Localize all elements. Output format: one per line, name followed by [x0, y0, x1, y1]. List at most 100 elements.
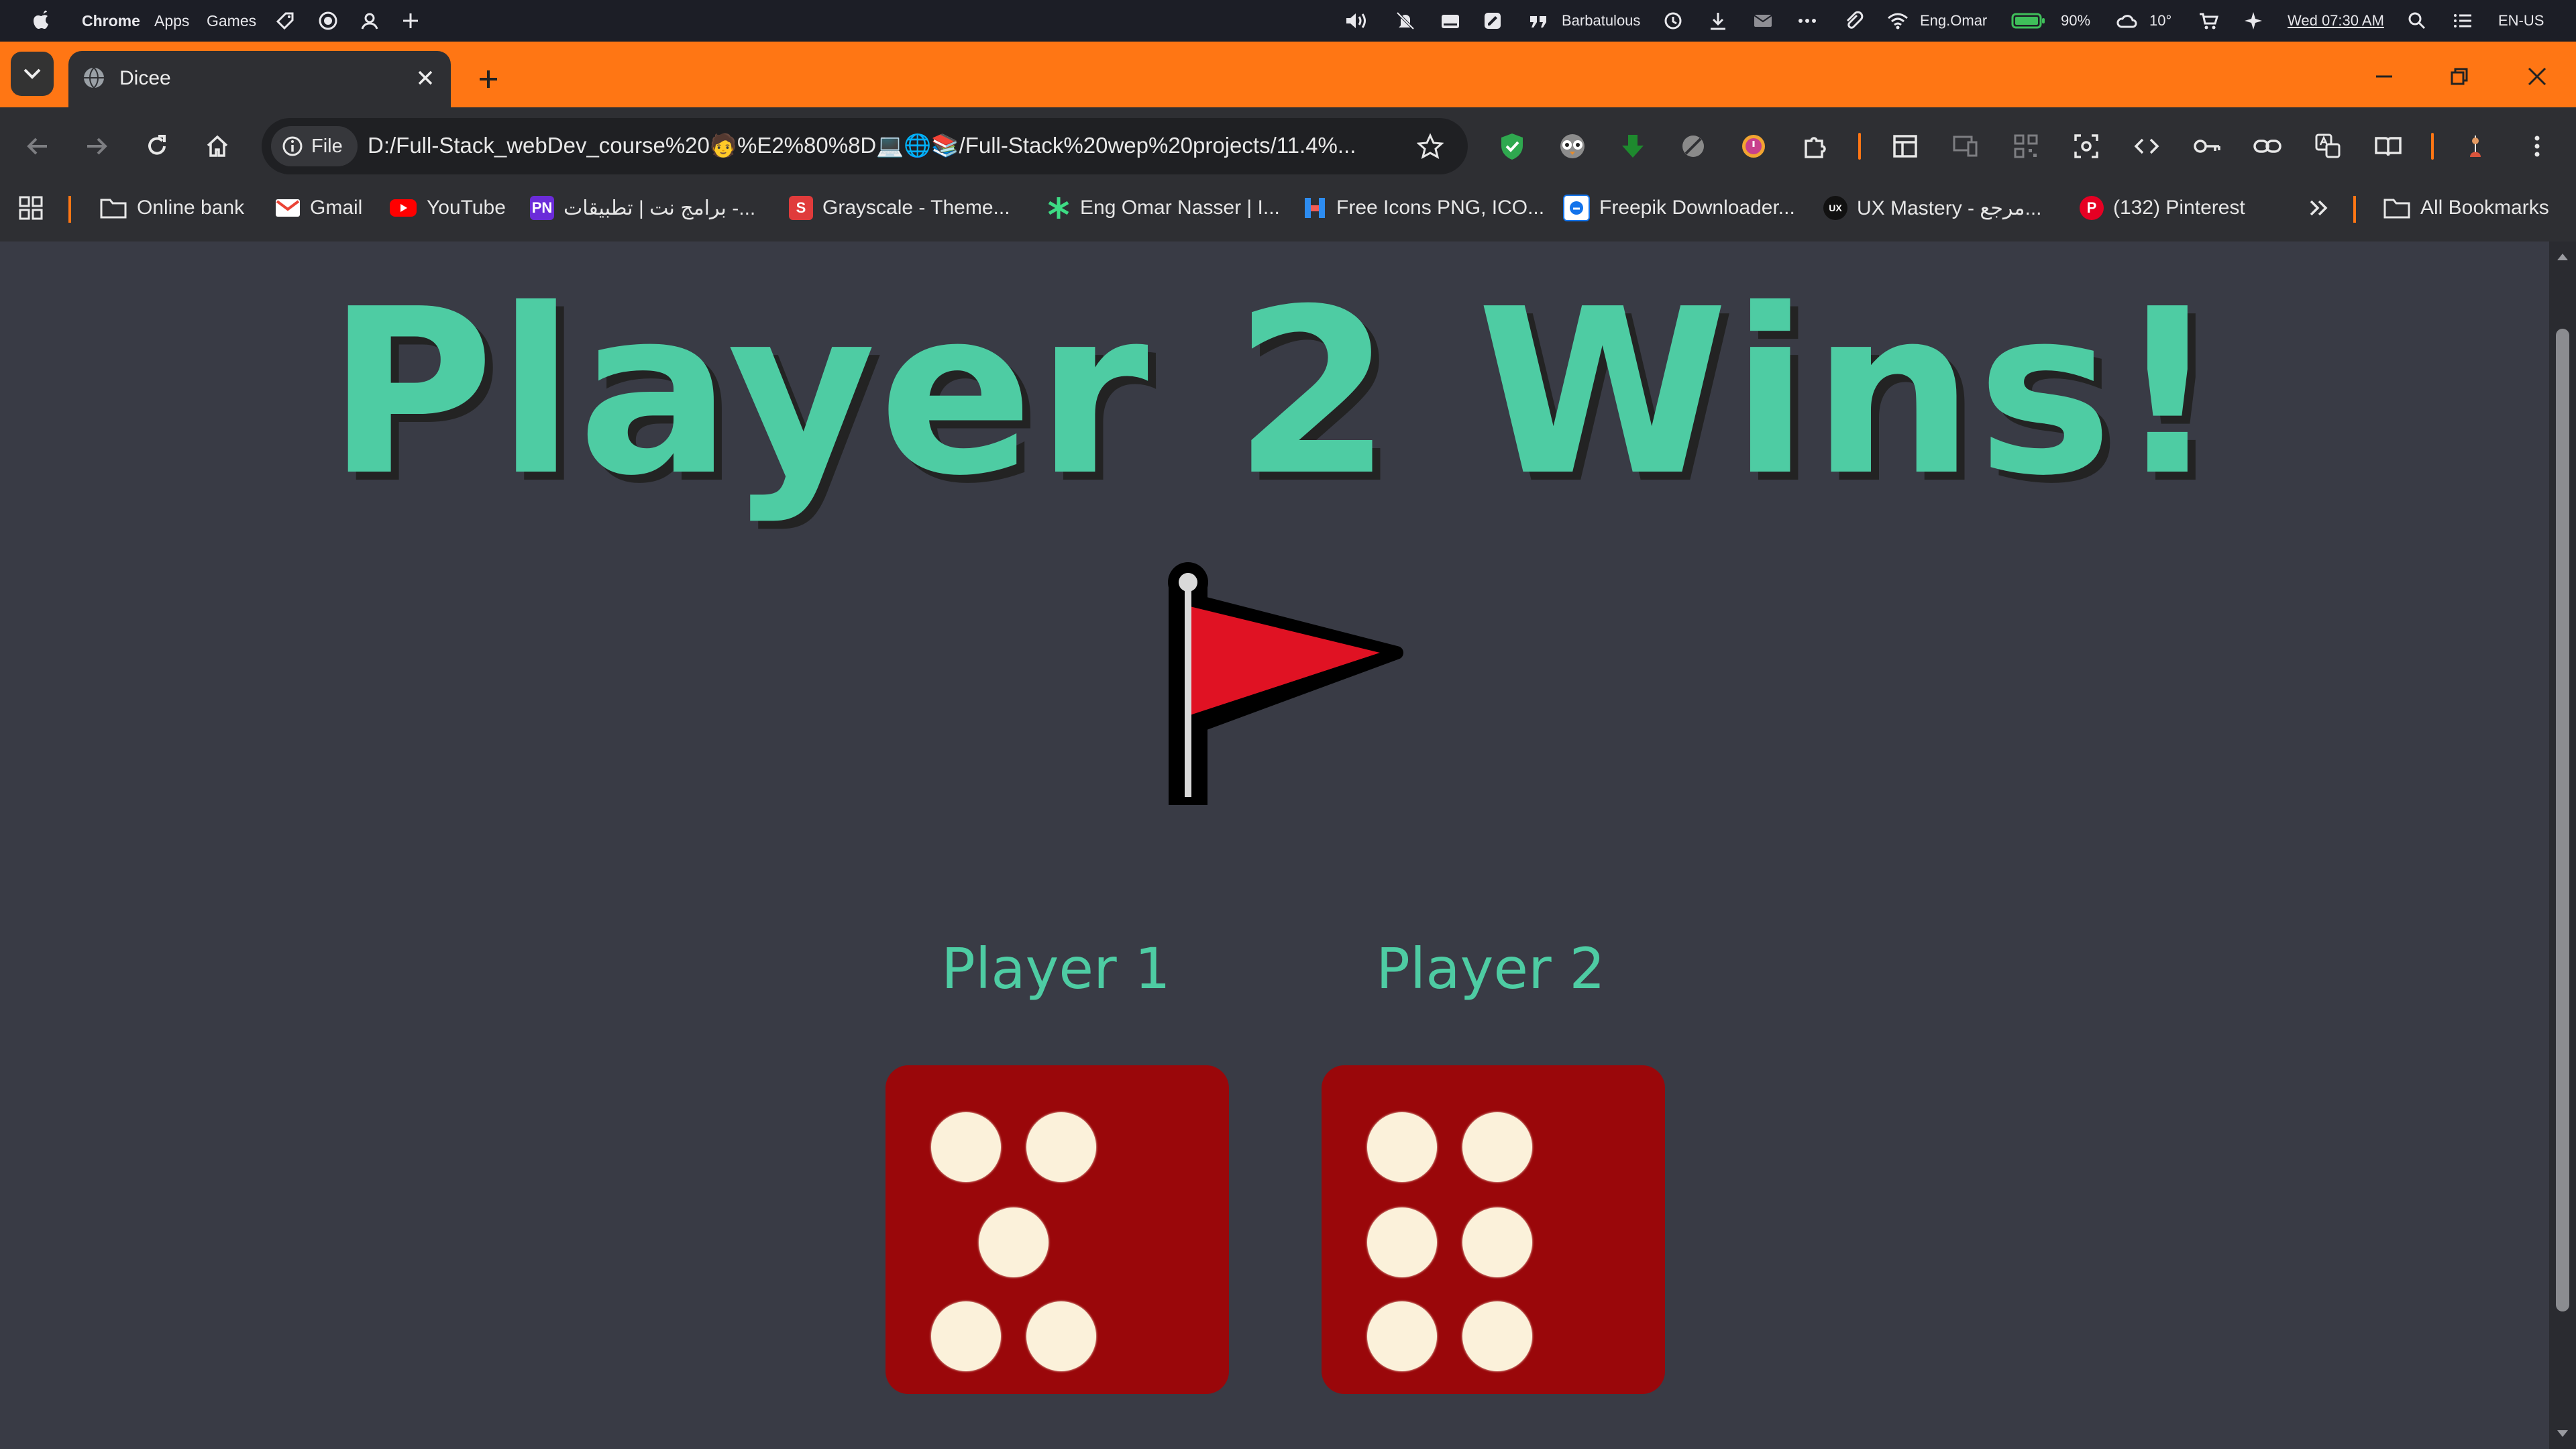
scroll-thumb[interactable]	[2556, 329, 2569, 1311]
profile-avatar[interactable]	[2455, 126, 2496, 166]
tab-search-button[interactable]	[11, 52, 54, 96]
bookmark-ux-mastery[interactable]: UX UX Mastery - مرجع...	[1823, 185, 2042, 231]
player1-label: Player 1	[941, 936, 1171, 1002]
die-pip	[931, 1301, 1001, 1371]
extensions-puzzle-icon[interactable]	[1795, 126, 1835, 166]
back-button[interactable]	[19, 127, 56, 165]
bookmark-barmej[interactable]: PN برامج نت | تطبيقات -...	[530, 185, 755, 231]
chrome-menu-button[interactable]	[2517, 126, 2557, 166]
note-icon[interactable]	[1483, 0, 1503, 42]
scrollbar[interactable]	[2549, 241, 2576, 1449]
notifications-off-icon[interactable]	[1395, 0, 1415, 42]
bookmarks-divider	[2353, 196, 2356, 223]
app-menu-chrome[interactable]: Chrome	[82, 0, 140, 42]
all-bookmarks-button[interactable]: All Bookmarks	[2383, 185, 2549, 231]
info-icon	[282, 136, 303, 156]
tab-dicee[interactable]: Dicee	[68, 51, 451, 107]
bookmark-youtube[interactable]: YouTube	[389, 185, 506, 231]
toolbar-divider	[2431, 133, 2434, 160]
volume-icon[interactable]	[1344, 0, 1371, 42]
minimize-icon	[2376, 75, 2392, 78]
reload-button[interactable]	[138, 127, 176, 165]
reading-mode-icon[interactable]	[2368, 126, 2408, 166]
paperclip-icon[interactable]	[1843, 0, 1864, 42]
restore-button[interactable]	[2431, 58, 2487, 95]
plus-icon[interactable]	[401, 0, 420, 42]
sparkle-icon[interactable]	[2243, 0, 2263, 42]
freepik-icon	[1563, 195, 1590, 221]
address-bar[interactable]: File D:/Full-Stack_webDev_course%20🧑%E2%…	[262, 118, 1468, 174]
key-icon[interactable]	[2187, 126, 2227, 166]
globe-icon	[82, 66, 106, 93]
bookmark-grayscale[interactable]: S Grayscale - Theme...	[789, 185, 1010, 231]
weather-icon[interactable]	[2116, 0, 2139, 42]
plus-icon	[480, 70, 497, 88]
mail-icon[interactable]	[1752, 0, 1774, 42]
winner-headline: Player 2 Wins!	[327, 260, 2222, 526]
site-info-chip[interactable]: File	[271, 126, 358, 166]
battery-icon[interactable]	[2011, 0, 2046, 42]
tab-close-button[interactable]	[409, 62, 441, 94]
close-window-button[interactable]	[2509, 58, 2565, 95]
apps-grid-button[interactable]	[17, 185, 44, 231]
quote-icon[interactable]	[1528, 0, 1548, 42]
temperature-label[interactable]: 10°	[2149, 0, 2171, 42]
bookmark-online-bank[interactable]: Online bank	[99, 185, 244, 231]
drive-icon[interactable]	[1440, 0, 1461, 42]
target-icon[interactable]	[318, 0, 338, 42]
bookmark-label: (132) Pinterest	[2113, 197, 2245, 219]
power-extension-icon[interactable]	[1733, 126, 1774, 166]
time-machine-icon[interactable]	[1662, 0, 1684, 42]
freeicons-icon	[1305, 198, 1325, 218]
translate-icon[interactable]	[2308, 126, 2348, 166]
scroll-up-arrow-icon[interactable]	[2556, 251, 2569, 262]
user-icon[interactable]	[360, 0, 380, 42]
download-icon[interactable]	[1708, 0, 1728, 42]
restore-icon	[2451, 68, 2468, 85]
blocked-icon[interactable]	[1673, 126, 1713, 166]
menu-games[interactable]: Games	[207, 0, 256, 42]
clock[interactable]: Wed 07:30 AM	[2288, 0, 2384, 42]
scroll-down-arrow-icon[interactable]	[2556, 1429, 2569, 1440]
wifi-network-label[interactable]: Barbatulous	[1562, 0, 1640, 42]
barmej-icon: PN	[530, 196, 554, 220]
download-arrow-icon[interactable]	[1613, 126, 1653, 166]
link-icon[interactable]	[2247, 126, 2288, 166]
screenshot-icon[interactable]	[2066, 126, 2106, 166]
die-pip	[1462, 1112, 1532, 1182]
bookmark-free-icons[interactable]: Free Icons PNG, ICO...	[1303, 185, 1544, 231]
url-text[interactable]: D:/Full-Stack_webDev_course%20🧑%E2%80%8D…	[368, 133, 1356, 159]
new-tab-button[interactable]	[470, 60, 507, 98]
flag-icon	[1168, 562, 1403, 805]
file-chip-label: File	[311, 135, 343, 157]
home-button[interactable]	[199, 127, 236, 165]
apple-menu-icon[interactable]	[32, 0, 54, 42]
more-icon[interactable]	[1796, 0, 1818, 42]
menu-apps[interactable]: Apps	[154, 0, 189, 42]
shield-icon[interactable]	[1492, 126, 1532, 166]
bookmarks-overflow-button[interactable]	[2308, 185, 2329, 231]
toolbar-divider	[1858, 133, 1861, 160]
layout-icon[interactable]	[1885, 126, 1925, 166]
die-pip	[931, 1112, 1001, 1182]
input-source[interactable]: EN-US	[2498, 0, 2544, 42]
forward-button[interactable]	[78, 127, 115, 165]
spotlight-search-icon[interactable]	[2407, 0, 2427, 42]
bookmark-gmail[interactable]: Gmail	[275, 185, 362, 231]
bookmark-pinterest[interactable]: P (132) Pinterest	[2080, 185, 2245, 231]
tag-icon[interactable]	[275, 0, 295, 42]
minimize-button[interactable]	[2356, 58, 2412, 95]
apps-grid-icon	[19, 196, 43, 220]
cart-icon[interactable]	[2198, 0, 2219, 42]
bookmark-star-button[interactable]	[1413, 129, 1448, 164]
bookmark-eng-omar[interactable]: Eng Omar Nasser | I...	[1046, 185, 1280, 231]
wifi-icon[interactable]	[1886, 0, 1909, 42]
username-label[interactable]: Eng.Omar	[1920, 0, 1987, 42]
bookmark-freepik[interactable]: Freepik Downloader...	[1563, 185, 1795, 231]
control-center-icon[interactable]	[2453, 0, 2473, 42]
code-icon[interactable]	[2127, 126, 2167, 166]
devices-icon[interactable]	[1945, 126, 1986, 166]
owl-extension-icon[interactable]	[1552, 126, 1593, 166]
qr-code-icon[interactable]	[2006, 126, 2046, 166]
reload-icon	[148, 135, 166, 155]
